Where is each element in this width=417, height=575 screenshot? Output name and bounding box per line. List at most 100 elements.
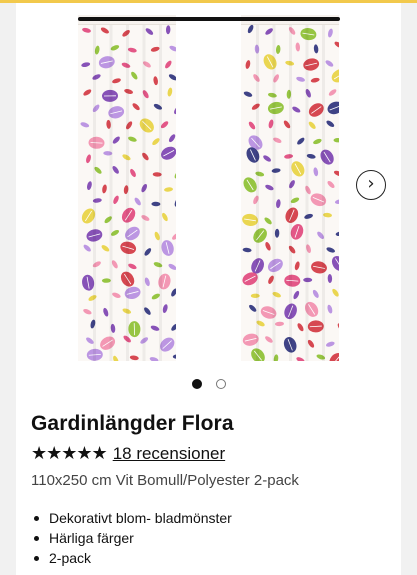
leaf-shape <box>168 134 176 143</box>
leaf-shape <box>326 120 335 127</box>
leaf-shape <box>333 137 339 143</box>
leaf-shape <box>296 357 305 361</box>
pagination-dot-1[interactable] <box>191 379 202 389</box>
reviews-link[interactable]: 18 recensioner <box>113 444 225 464</box>
leaf-shape <box>132 103 140 111</box>
product-subtitle: 110x250 cm Vit Bomull/Polyester 2-pack <box>31 472 299 489</box>
leaf-shape <box>331 69 339 83</box>
list-item: Härliga färger <box>31 528 232 548</box>
leaf-shape <box>134 197 141 206</box>
leaf-shape <box>112 292 121 298</box>
leaf-shape <box>174 106 176 115</box>
page-gutter-right <box>401 0 417 575</box>
leaf-shape <box>276 199 281 209</box>
leaf-shape <box>149 357 159 361</box>
leaf-shape <box>130 168 136 178</box>
curtain-panel-left <box>78 15 176 361</box>
leaf-shape <box>337 323 339 332</box>
leaf-shape <box>83 89 92 96</box>
leaf-shape <box>165 25 171 35</box>
leaf-shape <box>245 60 251 69</box>
leaf-shape <box>168 74 176 81</box>
product-title: Gardinlängder Flora <box>31 412 234 435</box>
leaf-shape <box>174 170 176 179</box>
leaf-shape <box>297 323 304 332</box>
leaf-shape <box>103 307 109 317</box>
leaf-shape <box>174 198 176 207</box>
leaf-shape <box>168 263 176 270</box>
leaf-shape <box>304 213 313 219</box>
leaf-shape <box>153 76 158 86</box>
leaf-shape <box>145 28 154 35</box>
list-item: Dekorativt blom- bladmönster <box>31 508 232 528</box>
leaf-shape <box>265 336 273 343</box>
leaf-shape <box>112 78 121 84</box>
leaf-shape <box>243 91 253 97</box>
leaf-shape <box>112 166 119 174</box>
curtain-panel-right <box>241 15 339 361</box>
leaf-shape <box>251 103 260 110</box>
leaf-shape <box>264 217 272 225</box>
gallery-next-button[interactable]: › <box>356 170 386 200</box>
leaf-shape <box>88 295 97 301</box>
leaf-shape <box>263 155 271 162</box>
leaf-shape <box>335 231 339 237</box>
leaf-shape <box>326 247 335 253</box>
leaf-shape <box>310 77 320 83</box>
leaf-shape <box>327 101 339 115</box>
leaf-shape <box>81 62 91 68</box>
leaf-shape <box>102 184 107 194</box>
leaf-shape <box>275 45 281 54</box>
leaf-shape <box>325 60 334 67</box>
leaf-shape <box>331 256 339 271</box>
gallery-pagination <box>0 379 417 389</box>
leaf-shape <box>172 233 176 240</box>
leaf-shape <box>150 325 160 331</box>
list-item: 2-pack <box>31 548 232 568</box>
leaf-shape <box>80 122 90 128</box>
product-page: › Gardinlängder Flora ★★★★★ 18 recension… <box>0 0 417 575</box>
leaf-shape <box>101 245 110 252</box>
leaf-shape <box>169 45 176 52</box>
leaf-shape <box>162 304 168 313</box>
star-rating-icon: ★★★★★ <box>31 443 108 464</box>
leaf-shape <box>171 288 176 297</box>
leaf-shape <box>87 181 92 190</box>
leaf-shape <box>86 154 91 164</box>
floral-pattern <box>80 25 176 361</box>
leaf-shape <box>165 60 172 69</box>
leaf-shape <box>267 92 277 98</box>
leaf-shape <box>131 71 138 80</box>
leaf-shape <box>247 24 254 34</box>
leaf-shape <box>82 27 91 33</box>
leaf-shape <box>100 27 109 34</box>
leaf-shape <box>92 104 100 113</box>
leaf-shape <box>334 41 339 48</box>
leaf-shape <box>297 137 305 145</box>
leaf-shape <box>150 46 160 52</box>
leaf-shape <box>171 323 176 331</box>
floral-pattern <box>242 24 339 361</box>
leaf-shape <box>333 170 339 177</box>
leaf-shape <box>293 290 300 300</box>
leaf-shape <box>275 321 284 327</box>
leaf-shape <box>325 341 335 347</box>
leaf-shape <box>167 87 173 97</box>
leaf-shape <box>113 355 119 361</box>
leaf-shape <box>292 106 301 113</box>
chevron-right-icon: › <box>367 173 375 194</box>
leaf-shape <box>327 304 333 314</box>
pagination-dot-2[interactable] <box>215 379 226 389</box>
leaf-shape <box>327 274 333 283</box>
leaf-shape <box>113 195 119 204</box>
leaf-shape <box>83 308 92 315</box>
leaf-shape <box>328 89 337 96</box>
leaf-shape <box>328 28 333 38</box>
leaf-shape <box>242 247 252 253</box>
leaf-shape <box>129 355 139 361</box>
leaf-shape <box>162 212 168 222</box>
leaf-shape <box>313 138 322 145</box>
leaf-shape <box>92 74 101 80</box>
product-image-gallery[interactable]: › <box>16 3 401 373</box>
product-rating: ★★★★★ 18 recensioner <box>31 444 225 464</box>
